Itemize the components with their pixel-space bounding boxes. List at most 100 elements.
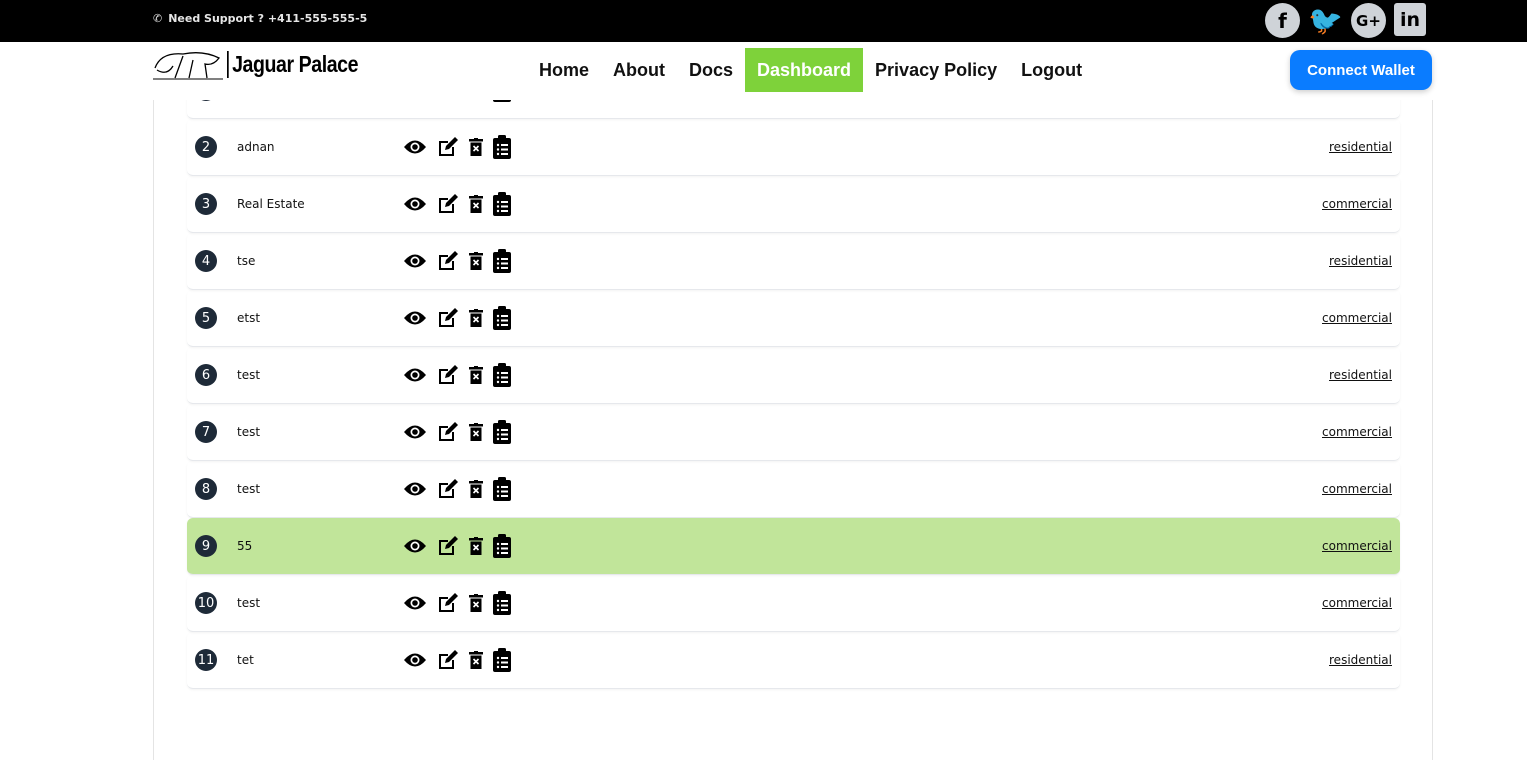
row-actions [403,591,511,615]
table-row[interactable]: 2 adnan residential [187,119,1400,176]
nav-home[interactable]: Home [527,48,601,92]
row-number: 7 [195,421,217,443]
row-actions [403,534,511,558]
row-actions [403,249,511,273]
delete-trash-icon[interactable] [469,651,483,669]
view-eye-icon[interactable] [403,480,427,498]
clipboard-list-icon[interactable] [493,420,511,444]
delete-trash-icon[interactable] [469,309,483,327]
clipboard-list-icon[interactable] [493,591,511,615]
table-row[interactable]: 4 tse residential [187,233,1400,290]
edit-icon[interactable] [437,193,459,215]
clipboard-list-icon[interactable] [493,135,511,159]
row-number: 5 [195,307,217,329]
property-name: 55 [237,539,253,553]
nav-logout[interactable]: Logout [1009,48,1094,92]
edit-icon[interactable] [437,250,459,272]
logo[interactable]: Jaguar Palace [153,48,381,80]
table-row[interactable]: 10 test commercial [187,575,1400,632]
row-number: 2 [195,136,217,158]
property-type-link[interactable]: commercial [1322,539,1392,553]
row-actions [403,420,511,444]
linkedin-icon[interactable]: in [1394,3,1426,36]
table-row[interactable]: 6 test residential [187,347,1400,404]
delete-trash-icon[interactable] [469,138,483,156]
jaguar-logo-icon [153,52,223,80]
edit-icon[interactable] [437,649,459,671]
edit-icon[interactable] [437,364,459,386]
facebook-icon[interactable]: f [1265,3,1300,38]
clipboard-list-icon[interactable] [493,534,511,558]
row-actions [403,192,511,216]
property-type-link[interactable]: commercial [1322,596,1392,610]
view-eye-icon[interactable] [403,195,427,213]
table-row[interactable]: 9 55 commercial [187,518,1400,575]
nav-about[interactable]: About [601,48,677,92]
property-type-link[interactable]: commercial [1322,482,1392,496]
property-name: tse [237,254,256,268]
property-type-link[interactable]: residential [1329,368,1392,382]
edit-icon[interactable] [437,478,459,500]
main-menu: Home About Docs Dashboard Privacy Policy… [527,48,1094,92]
delete-trash-icon[interactable] [469,480,483,498]
view-eye-icon[interactable] [403,651,427,669]
row-number: 11 [195,649,217,671]
navbar: Jaguar Palace Home About Docs Dashboard … [0,42,1527,100]
clipboard-list-icon[interactable] [493,249,511,273]
edit-icon[interactable] [437,592,459,614]
edit-icon[interactable] [437,136,459,158]
property-type-link[interactable]: commercial [1322,197,1392,211]
google-plus-icon[interactable]: G+ [1351,3,1386,38]
view-eye-icon[interactable] [403,366,427,384]
table-row[interactable]: 3 Real Estate commercial [187,176,1400,233]
edit-icon[interactable] [437,535,459,557]
table-row[interactable]: 11 tet residential [187,632,1400,689]
row-actions [403,306,511,330]
edit-icon[interactable] [437,421,459,443]
property-name: tet [237,653,254,667]
clipboard-list-icon[interactable] [493,192,511,216]
property-name: test [237,482,261,496]
property-type-link[interactable]: residential [1329,254,1392,268]
row-actions [403,477,511,501]
view-eye-icon[interactable] [403,537,427,555]
delete-trash-icon[interactable] [469,366,483,384]
property-name: adnan [237,140,275,154]
view-eye-icon[interactable] [403,594,427,612]
row-actions [403,363,511,387]
table-row[interactable]: 5 etst commercial [187,290,1400,347]
phone-icon: ✆ [153,12,163,25]
clipboard-list-icon[interactable] [493,306,511,330]
delete-trash-icon[interactable] [469,537,483,555]
connect-wallet-button[interactable]: Connect Wallet [1290,50,1432,90]
table-row[interactable]: 8 test commercial [187,461,1400,518]
property-type-link[interactable]: residential [1329,140,1392,154]
property-type-link[interactable]: residential [1329,653,1392,667]
nav-privacy-policy[interactable]: Privacy Policy [863,48,1009,92]
clipboard-list-icon[interactable] [493,363,511,387]
twitter-icon[interactable]: 🐦 [1308,3,1343,38]
property-type-link[interactable]: commercial [1322,311,1392,325]
delete-trash-icon[interactable] [469,423,483,441]
social-links: f 🐦 G+ in [1265,3,1426,38]
property-type-link[interactable]: commercial [1322,425,1392,439]
top-bar: ✆ Need Support ? +411-555-555-5 f 🐦 G+ i… [0,0,1527,42]
table-row[interactable]: 7 test commercial [187,404,1400,461]
property-list: 1 2 adnan residential3 Real Estate comme… [153,60,1433,760]
brand-name: Jaguar Palace [227,50,359,78]
delete-trash-icon[interactable] [469,252,483,270]
view-eye-icon[interactable] [403,138,427,156]
property-name: Real Estate [237,197,305,211]
row-number: 3 [195,193,217,215]
delete-trash-icon[interactable] [469,594,483,612]
nav-dashboard[interactable]: Dashboard [745,48,864,92]
view-eye-icon[interactable] [403,423,427,441]
nav-docs[interactable]: Docs [677,48,745,92]
property-name: test [237,368,261,382]
clipboard-list-icon[interactable] [493,477,511,501]
view-eye-icon[interactable] [403,252,427,270]
delete-trash-icon[interactable] [469,195,483,213]
clipboard-list-icon[interactable] [493,648,511,672]
edit-icon[interactable] [437,307,459,329]
view-eye-icon[interactable] [403,309,427,327]
